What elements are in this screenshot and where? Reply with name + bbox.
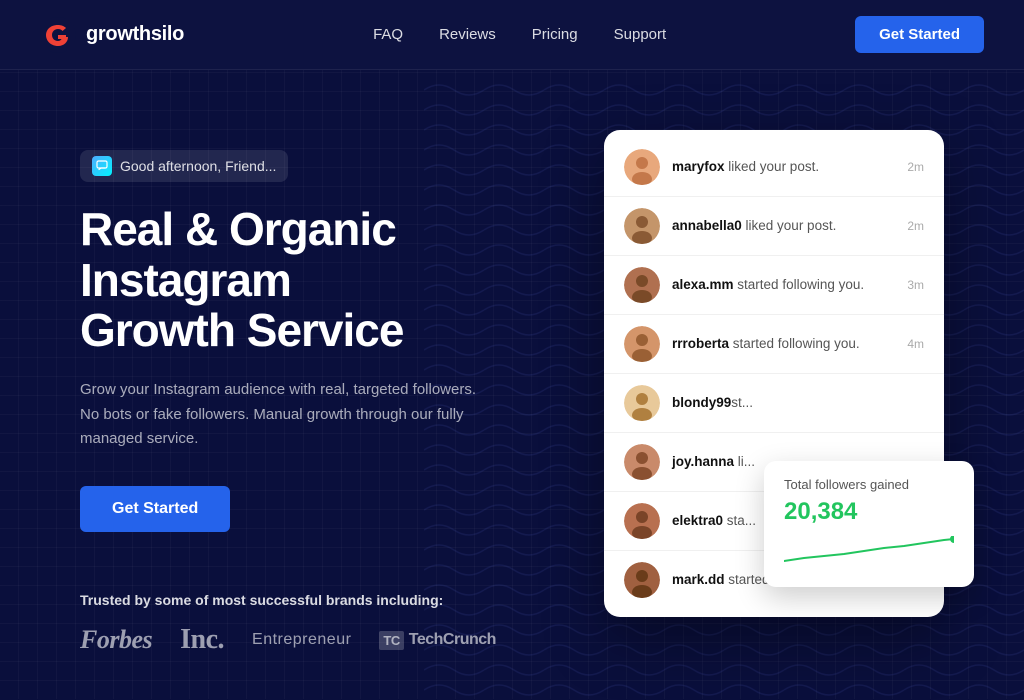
- followers-popup-title: Total followers gained: [784, 477, 954, 492]
- navbar: growthsilo FAQ Reviews Pricing Support G…: [0, 0, 1024, 70]
- techcrunch-logo: TC TechCrunch: [379, 631, 496, 650]
- hero-section: Good afternoon, Friend... Real & Organic…: [0, 70, 1024, 656]
- notification-item: blondy99st...: [604, 374, 944, 433]
- hero-left: Good afternoon, Friend... Real & Organic…: [80, 130, 544, 656]
- nav-faq[interactable]: FAQ: [373, 26, 403, 43]
- inc-logo: Inc.: [180, 624, 224, 656]
- avatar-joyhanna: [624, 444, 660, 480]
- followers-popup: Total followers gained 20,384: [764, 461, 974, 587]
- followers-popup-count: 20,384: [784, 498, 954, 526]
- avatar-blondy99: [624, 385, 660, 421]
- notif-text-alexamm: alexa.mm started following you.: [672, 276, 895, 294]
- logo[interactable]: growthsilo: [40, 17, 184, 53]
- notification-item: alexa.mm started following you. 3m: [604, 256, 944, 315]
- logo-text: growthsilo: [86, 23, 184, 46]
- notif-text-maryfox: maryfox liked your post.: [672, 158, 895, 176]
- avatar-annabella0: [624, 208, 660, 244]
- navbar-get-started-button[interactable]: Get Started: [855, 16, 984, 53]
- chat-icon: [92, 156, 112, 176]
- avatar-maryfox: [624, 149, 660, 185]
- notif-text-rrroberta: rrroberta started following you.: [672, 335, 895, 353]
- tc-badge: TC: [379, 631, 403, 650]
- notification-item: annabella0 liked your post. 2m: [604, 197, 944, 256]
- nav-links: FAQ Reviews Pricing Support: [373, 26, 666, 43]
- avatar-markdd: [624, 562, 660, 598]
- hero-right: maryfox liked your post. 2m annabella0 l…: [604, 130, 944, 617]
- entrepreneur-logo: Entrepreneur: [252, 631, 351, 649]
- notif-text-annabella0: annabella0 liked your post.: [672, 217, 895, 235]
- avatar-rrroberta: [624, 326, 660, 362]
- nav-pricing[interactable]: Pricing: [532, 26, 578, 43]
- nav-reviews[interactable]: Reviews: [439, 26, 496, 43]
- trusted-label: Trusted by some of most successful brand…: [80, 592, 544, 608]
- notification-item: rrroberta started following you. 4m: [604, 315, 944, 374]
- logo-icon: [40, 17, 76, 53]
- avatar-alexamm: [624, 267, 660, 303]
- brand-logos: Forbes Inc. Entrepreneur TC TechCrunch: [80, 624, 544, 656]
- avatar-elektra0: [624, 503, 660, 539]
- greeting-badge: Good afternoon, Friend...: [80, 150, 288, 182]
- notif-text-blondy99: blondy99st...: [672, 394, 912, 412]
- hero-get-started-button[interactable]: Get Started: [80, 486, 230, 532]
- greeting-text: Good afternoon, Friend...: [120, 158, 276, 174]
- notification-item: maryfox liked your post. 2m: [604, 138, 944, 197]
- forbes-logo: Forbes: [80, 625, 152, 655]
- hero-title: Real & Organic Instagram Growth Service: [80, 204, 544, 356]
- nav-support[interactable]: Support: [614, 26, 667, 43]
- followers-popup-graph: [784, 536, 954, 571]
- trusted-section: Trusted by some of most successful brand…: [80, 592, 544, 656]
- hero-subtitle: Grow your Instagram audience with real, …: [80, 378, 480, 452]
